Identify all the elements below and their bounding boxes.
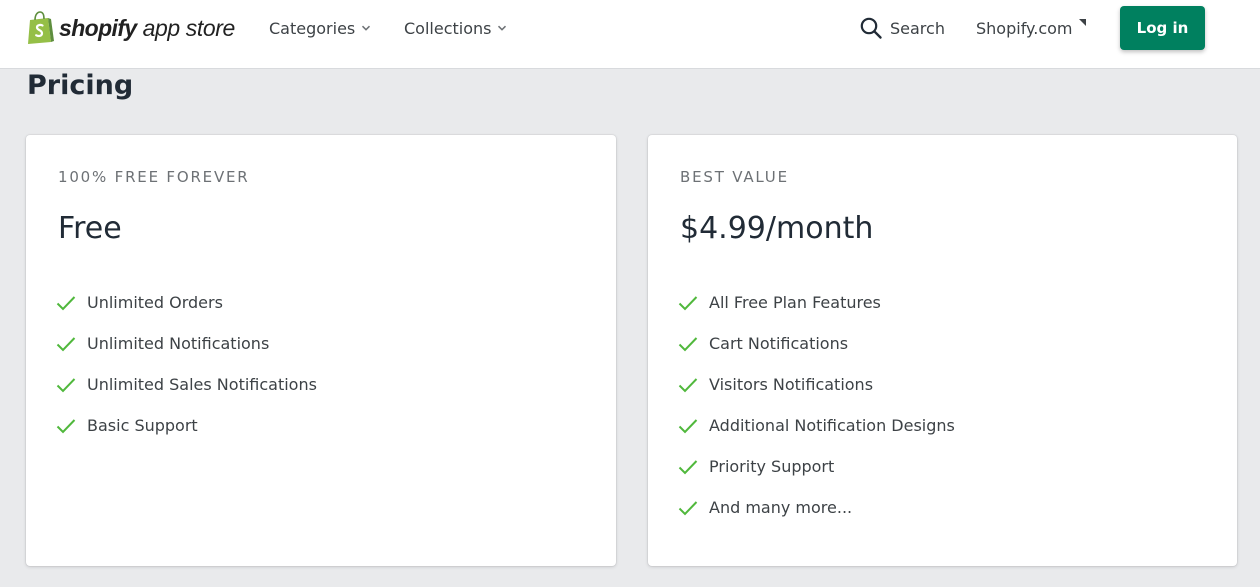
plan-feature-text: Cart Notifications	[709, 334, 849, 353]
plan-feature-list: All Free Plan Features Cart Notification…	[678, 282, 955, 528]
shopify-com-link[interactable]: Shopify.com	[976, 17, 1087, 39]
plan-feature: Unlimited Orders	[56, 282, 317, 323]
checkmark-icon	[56, 377, 76, 392]
shopify-app-store-logo[interactable]: shopify app store	[26, 8, 235, 48]
top-navigation-bar: shopify app store Categories Collections…	[0, 0, 1260, 69]
nav-categories-label: Categories	[269, 18, 356, 38]
plan-label: BEST VALUE	[680, 168, 789, 186]
checkmark-icon	[678, 377, 698, 392]
plan-feature-text: Unlimited Sales Notifications	[87, 375, 317, 394]
login-button[interactable]: Log in	[1120, 6, 1205, 50]
nav-collections-label: Collections	[404, 18, 492, 38]
pricing-section-title: Pricing	[27, 70, 134, 101]
plan-feature-text: Visitors Notifications	[709, 375, 874, 394]
plan-feature-list: Unlimited Orders Unlimited Notifications…	[56, 282, 317, 446]
plan-feature-text: Unlimited Orders	[87, 293, 223, 312]
plan-label: 100% FREE FOREVER	[58, 168, 250, 186]
plan-feature: Basic Support	[56, 405, 317, 446]
checkmark-icon	[678, 336, 698, 351]
plan-feature-text: Priority Support	[709, 457, 835, 476]
nav-collections-dropdown[interactable]: Collections	[404, 17, 507, 39]
nav-categories-dropdown[interactable]: Categories	[269, 17, 371, 39]
plan-price: $4.99/month	[680, 211, 874, 246]
plan-feature: And many more...	[678, 487, 955, 528]
checkmark-icon	[56, 336, 76, 351]
checkmark-icon	[678, 500, 698, 515]
checkmark-icon	[56, 295, 76, 310]
logo-wordmark: shopify	[59, 14, 137, 41]
plan-feature-text: Basic Support	[87, 416, 198, 435]
shopify-bag-icon	[28, 11, 54, 44]
chevron-down-icon	[498, 25, 507, 31]
plan-feature: Priority Support	[678, 446, 955, 487]
plan-feature-text: All Free Plan Features	[709, 293, 881, 312]
checkmark-icon	[678, 418, 698, 433]
plan-feature-text: Additional Notification Designs	[709, 416, 955, 435]
plan-feature: Additional Notification Designs	[678, 405, 955, 446]
plan-feature: Unlimited Sales Notifications	[56, 364, 317, 405]
pricing-plan-card-free: 100% FREE FOREVER Free Unlimited Orders …	[26, 135, 616, 566]
plan-feature-text: Unlimited Notifications	[87, 334, 270, 353]
logo-subtitle: app store	[142, 14, 236, 41]
plan-feature: Cart Notifications	[678, 323, 955, 364]
chevron-down-icon	[362, 25, 371, 31]
search-button[interactable]: Search	[859, 17, 945, 39]
checkmark-icon	[678, 295, 698, 310]
pricing-plan-card-paid: BEST VALUE $4.99/month All Free Plan Fea…	[648, 135, 1237, 566]
plan-feature: All Free Plan Features	[678, 282, 955, 323]
checkmark-icon	[56, 418, 76, 433]
plan-feature: Unlimited Notifications	[56, 323, 317, 364]
checkmark-icon	[678, 459, 698, 474]
external-link-icon	[1079, 19, 1087, 26]
plan-feature: Visitors Notifications	[678, 364, 955, 405]
search-icon	[860, 17, 882, 39]
plan-feature-text: And many more...	[709, 498, 853, 517]
search-label: Search	[890, 18, 945, 38]
plan-price: Free	[58, 211, 122, 246]
shopify-com-label: Shopify.com	[976, 18, 1073, 38]
